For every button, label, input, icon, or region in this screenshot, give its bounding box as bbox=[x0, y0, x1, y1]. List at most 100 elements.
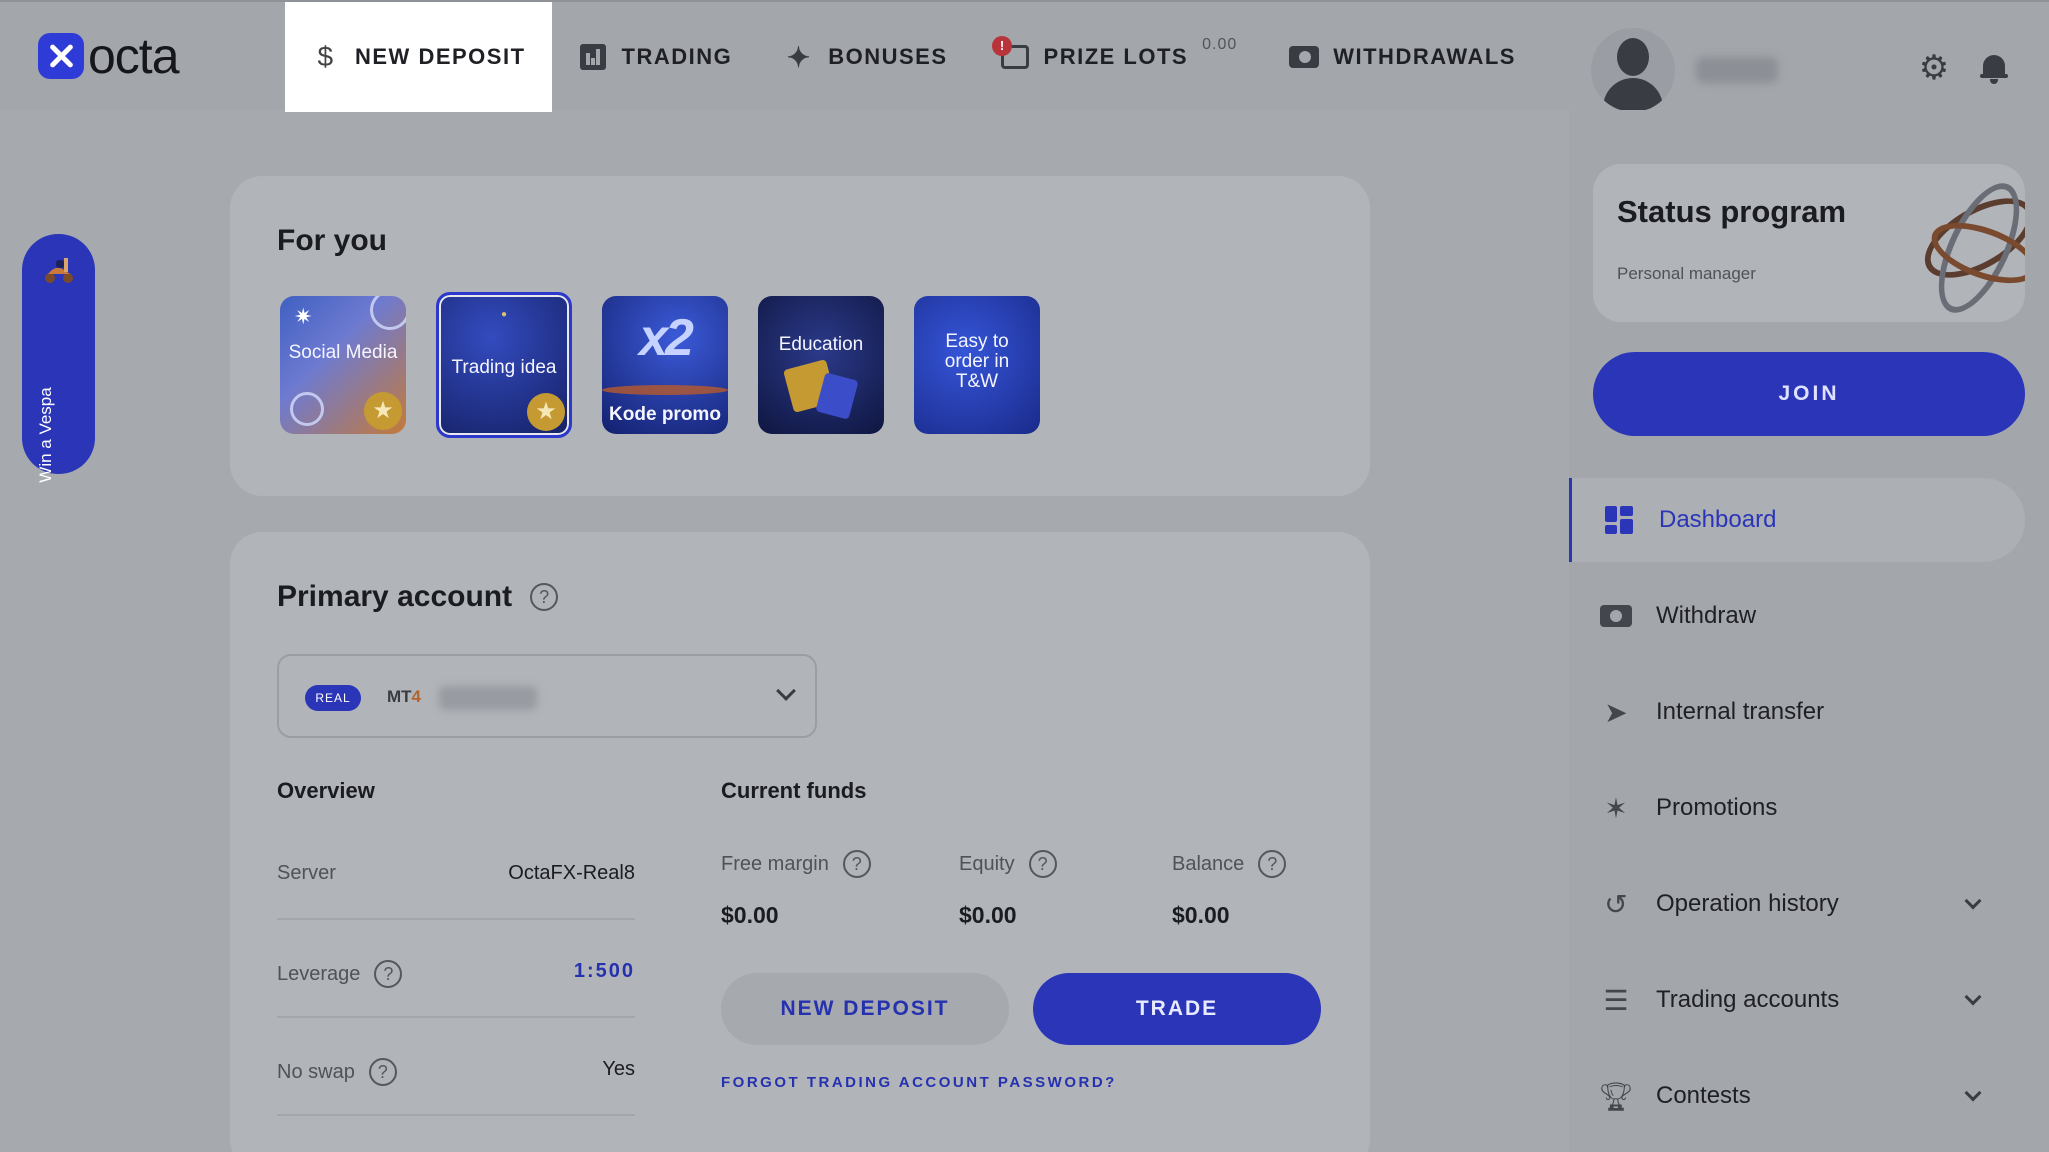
forgot-password-link[interactable]: FORGOT TRADING ACCOUNT PASSWORD? bbox=[721, 1074, 1117, 1091]
chevron-down-icon bbox=[776, 681, 796, 701]
help-icon[interactable]: ? bbox=[530, 583, 559, 611]
server-label: Server bbox=[277, 862, 336, 884]
help-icon[interactable]: ? bbox=[368, 1058, 397, 1086]
prize-lots-alert-badge: ! bbox=[992, 36, 1012, 56]
chevron-down-icon bbox=[1964, 988, 1982, 1006]
avatar[interactable] bbox=[1591, 28, 1675, 112]
win-a-vespa-label: Win a Vespa bbox=[36, 387, 55, 483]
new-deposit-button[interactable]: NEW DEPOSIT bbox=[721, 973, 1009, 1045]
octa-logo[interactable]: octa bbox=[38, 31, 180, 81]
primary-account-heading: Primary account ? bbox=[277, 580, 559, 614]
trophy-icon: 🏆︎ bbox=[1598, 1080, 1634, 1112]
nav-trading[interactable]: TRADING bbox=[552, 2, 759, 112]
wallet-icon bbox=[1289, 42, 1320, 72]
tile-trading-idea-label: Trading idea bbox=[451, 357, 557, 378]
nav-withdrawals[interactable]: WITHDRAWALS bbox=[1263, 2, 1542, 112]
primary-account-card: Primary account ? REAL MT4 Overview Serv… bbox=[230, 532, 1370, 1152]
chevron-down-icon bbox=[1964, 892, 1982, 910]
sidebar-item-trading-accounts[interactable]: ☰ Trading accounts bbox=[1569, 958, 2025, 1042]
current-funds-title: Current funds bbox=[721, 778, 867, 803]
tile-easy-order[interactable]: Easy to order in T&W bbox=[914, 296, 1040, 434]
status-program-title: Status program bbox=[1617, 194, 1847, 229]
server-value: OctaFX-Real8 bbox=[508, 862, 635, 884]
wallet-icon bbox=[1599, 599, 1633, 633]
star-icon: ★ bbox=[364, 392, 402, 430]
status-program-card[interactable]: Status program Personal manager bbox=[1593, 164, 2025, 322]
no-swap-label-wrap: No swap? bbox=[277, 1058, 397, 1086]
octa-logo-icon bbox=[38, 33, 84, 79]
star-icon: ★ bbox=[527, 393, 565, 431]
username-blurred bbox=[1696, 57, 1778, 83]
nav-bonuses[interactable]: ✦ BONUSES bbox=[758, 2, 973, 112]
tile-education-label: Education bbox=[778, 334, 864, 355]
sidebar-item-withdraw[interactable]: Withdraw bbox=[1569, 574, 2025, 658]
rings-illustration bbox=[1909, 168, 2025, 322]
bell-icon[interactable] bbox=[1980, 52, 2008, 84]
right-panel: Status program Personal manager JOIN Das… bbox=[1569, 110, 2049, 1152]
tile-kode-promo[interactable]: x2 Kode promo bbox=[602, 296, 728, 434]
chart-bars-icon bbox=[578, 42, 608, 72]
sidebar-item-internal-transfer[interactable]: ➤ Internal transfer bbox=[1569, 670, 2025, 754]
gear-icon[interactable]: ⚙ bbox=[1918, 51, 1950, 85]
nav-prize-lots-label: PRIZE LOTS bbox=[1043, 44, 1189, 69]
free-margin-value: $0.00 bbox=[721, 902, 779, 928]
prize-lots-value: 0.00 bbox=[1202, 36, 1238, 53]
tile-trading-idea[interactable]: ● Trading idea ★ bbox=[436, 292, 572, 438]
sidebar-item-dashboard[interactable]: Dashboard bbox=[1569, 478, 2025, 562]
x2-art: x2 bbox=[639, 309, 694, 367]
main-nav: $ NEW DEPOSIT TRADING ✦ BONUSES PRIZE LO… bbox=[285, 2, 1542, 112]
sidebar-item-label: Operation history bbox=[1656, 890, 1839, 917]
platform-label: MT4 bbox=[387, 687, 422, 706]
account-number-blurred bbox=[439, 686, 537, 710]
fund-free-margin: Free margin? $0.00 bbox=[721, 848, 871, 929]
sidebar-item-label: Dashboard bbox=[1659, 506, 1777, 533]
scooter-icon bbox=[45, 258, 73, 283]
for-you-tiles: ✷ Social Media ★ ● Trading idea ★ x2 Kod… bbox=[280, 292, 1070, 438]
trade-button[interactable]: TRADE bbox=[1033, 973, 1321, 1045]
dashboard-icon bbox=[1602, 503, 1636, 537]
win-a-vespa-tab[interactable] bbox=[22, 234, 95, 474]
nav-new-deposit[interactable]: $ NEW DEPOSIT bbox=[285, 2, 552, 112]
fund-balance: Balance? $0.00 bbox=[1172, 848, 1287, 929]
leverage-value[interactable]: 1:500 bbox=[574, 960, 635, 983]
no-swap-label: No swap bbox=[277, 1060, 355, 1083]
fund-equity: Equity? $0.00 bbox=[959, 848, 1057, 929]
dollar-icon: $ bbox=[317, 41, 335, 72]
nav-bonuses-label: BONUSES bbox=[828, 44, 948, 69]
balance-label: Balance bbox=[1172, 852, 1245, 875]
tile-education[interactable]: Education bbox=[758, 296, 884, 434]
for-you-title: For you bbox=[277, 224, 387, 257]
sparkle-icon: ✦ bbox=[786, 41, 812, 73]
status-program-subtitle: Personal manager bbox=[1617, 264, 1756, 283]
help-icon[interactable]: ? bbox=[374, 960, 403, 988]
equity-label: Equity bbox=[959, 852, 1015, 875]
nav-prize-lots[interactable]: PRIZE LOTS 0.00 bbox=[974, 2, 1264, 112]
tile-easy-order-label: Easy to order in T&W bbox=[944, 331, 1010, 392]
real-badge: REAL bbox=[305, 685, 361, 711]
sidebar-item-label: Promotions bbox=[1656, 794, 1778, 821]
top-bar: octa $ NEW DEPOSIT TRADING ✦ BONUSES PRI… bbox=[0, 0, 2049, 112]
help-icon[interactable]: ? bbox=[1028, 850, 1057, 878]
list-icon: ☰ bbox=[1603, 984, 1629, 1016]
sidebar-item-operation-history[interactable]: ↺ Operation history bbox=[1569, 862, 2025, 946]
leverage-label-wrap: Leverage? bbox=[277, 960, 403, 988]
equity-value: $0.00 bbox=[959, 902, 1017, 928]
tile-social-media-label: Social Media bbox=[288, 342, 398, 363]
tile-kode-promo-label: Kode promo bbox=[609, 404, 721, 425]
sidebar-item-label: Withdraw bbox=[1656, 602, 1757, 629]
sidebar-item-contests[interactable]: 🏆︎ Contests bbox=[1569, 1054, 2025, 1138]
account-selector[interactable]: REAL MT4 bbox=[277, 654, 817, 738]
nav-new-deposit-label: NEW DEPOSIT bbox=[355, 44, 526, 69]
overview-row-leverage: Leverage? 1:500 bbox=[277, 920, 635, 1018]
balance-value: $0.00 bbox=[1172, 902, 1230, 928]
sidebar-item-label: Contests bbox=[1656, 1082, 1751, 1109]
join-button[interactable]: JOIN bbox=[1593, 352, 2025, 436]
tile-social-media[interactable]: ✷ Social Media ★ bbox=[280, 296, 406, 434]
help-icon[interactable]: ? bbox=[1258, 850, 1287, 878]
free-margin-label: Free margin bbox=[721, 852, 829, 875]
sidebar-item-label: Trading accounts bbox=[1656, 986, 1840, 1013]
help-icon[interactable]: ? bbox=[842, 850, 871, 878]
party-icon: ✶ bbox=[1604, 792, 1628, 824]
sidebar-item-promotions[interactable]: ✶ Promotions bbox=[1569, 766, 2025, 850]
history-icon: ↺ bbox=[1604, 888, 1628, 920]
